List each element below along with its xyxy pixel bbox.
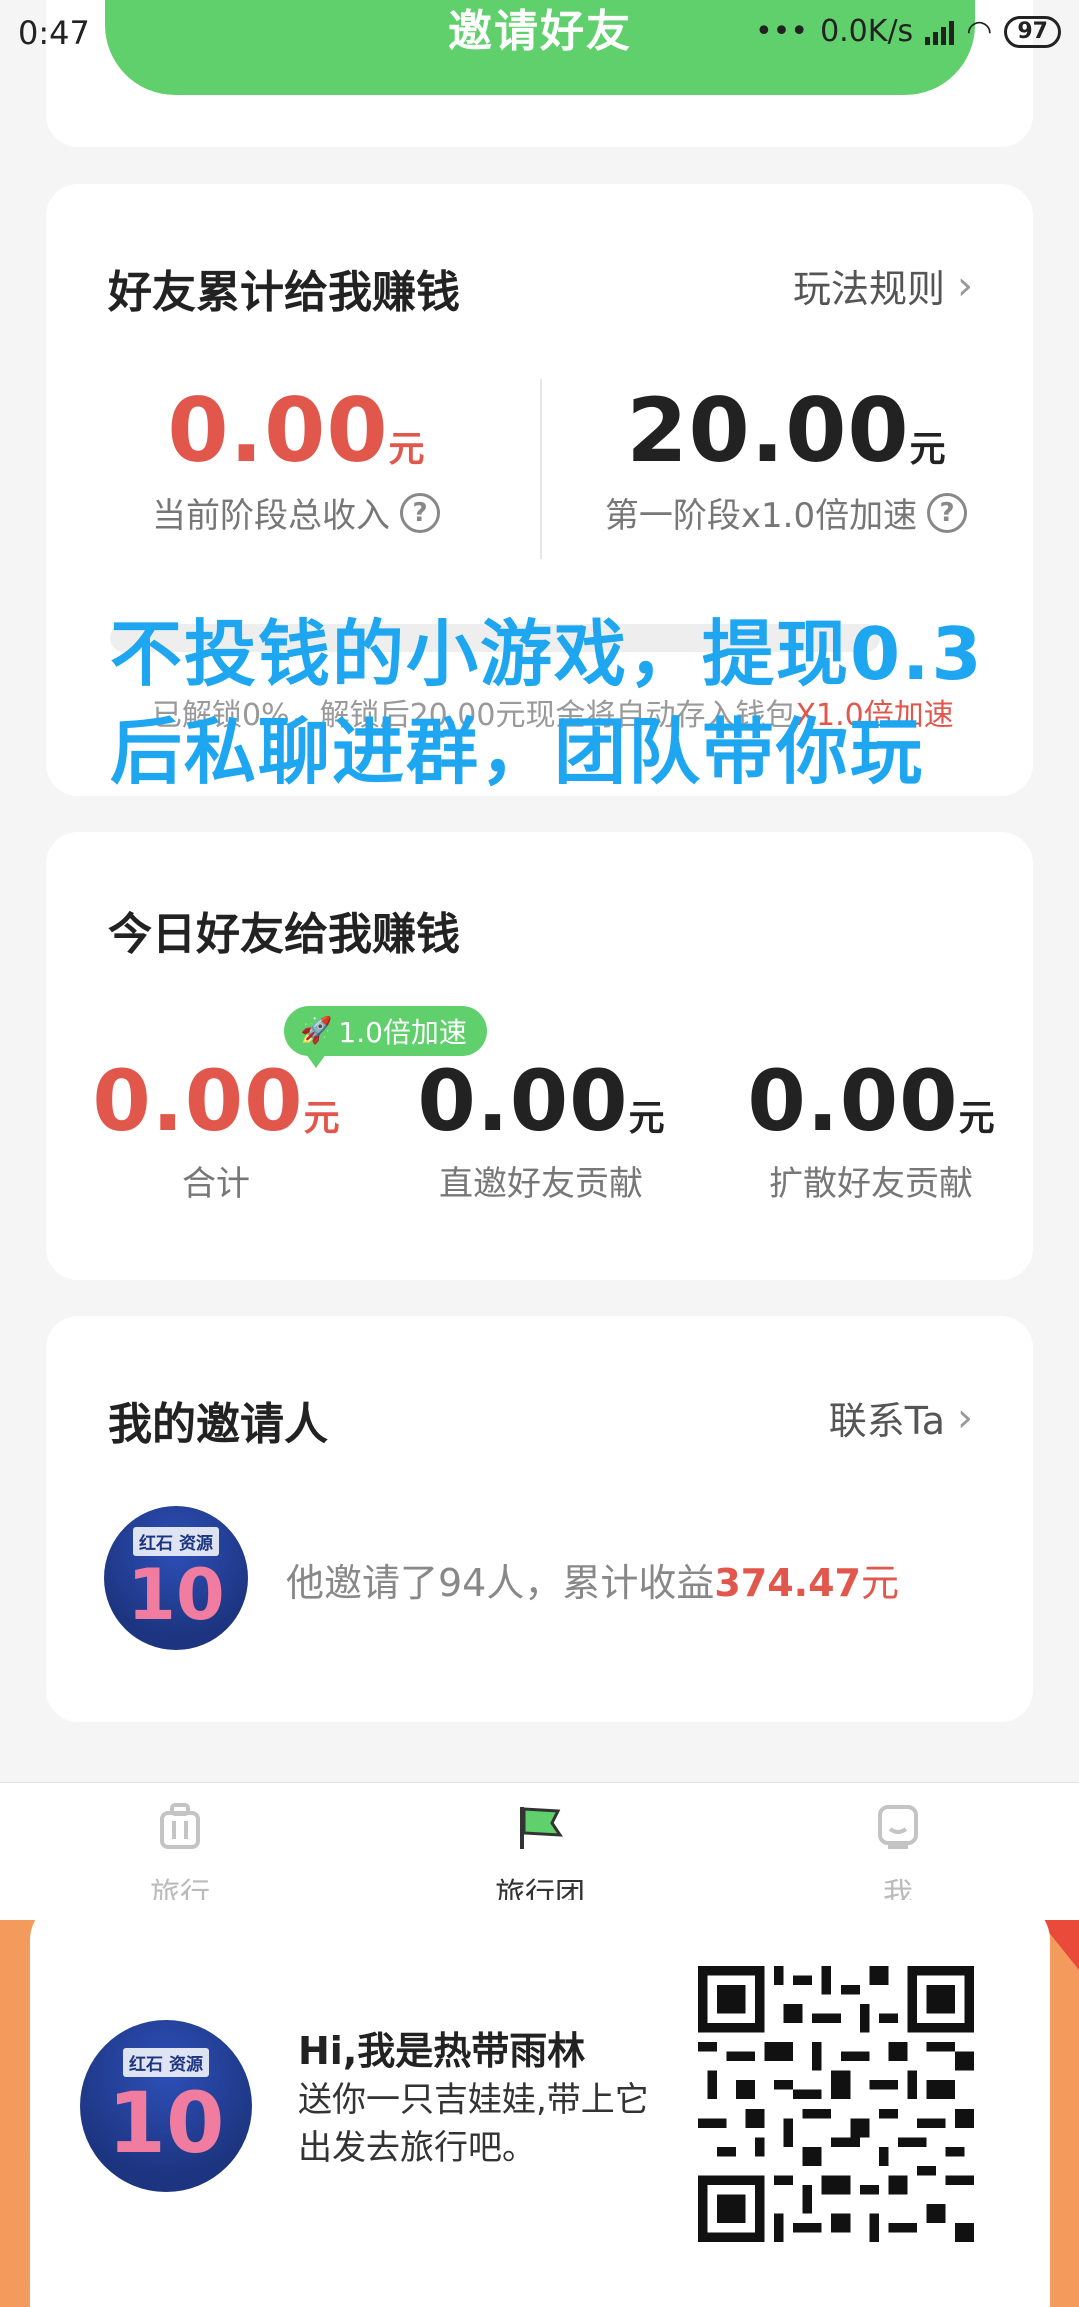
more-dots-icon: ••• bbox=[754, 14, 809, 49]
rules-link-label: 玩法规则 bbox=[792, 267, 945, 311]
spread-invite-unit: 元 bbox=[958, 1098, 995, 1139]
contact-link-label: 联系Ta bbox=[828, 1399, 945, 1443]
flag-icon bbox=[520, 1807, 563, 1849]
spread-invite-stat: 0.00元 扩散好友贡献 bbox=[711, 1052, 1031, 1205]
share-avatar: 红石 资源 10 bbox=[80, 2020, 252, 2192]
help-icon[interactable]: ? bbox=[400, 492, 440, 533]
today-total-stat: 0.00元 合计 bbox=[66, 1052, 366, 1205]
direct-invite-stat: 0.00元 直邀好友贡献 bbox=[381, 1052, 701, 1205]
card-title: 好友累计给我赚钱 bbox=[108, 267, 460, 318]
signal-icon bbox=[925, 19, 955, 45]
today-earnings-card: 今日好友给我赚钱 0.00元 合计 0.00元 直邀好友贡献 0.00元 扩散好… bbox=[46, 832, 1033, 1280]
stage-target-stat: 20.00元 第一阶段x1.0倍加速? bbox=[566, 379, 1006, 537]
speed-badge: 🚀 1.0倍加速 bbox=[284, 1006, 487, 1068]
chevron-right-icon: › bbox=[957, 262, 973, 309]
tab-travel-group[interactable]: 旅行团 bbox=[440, 1801, 640, 1913]
divider bbox=[540, 379, 542, 559]
stage-target-value: 20.00 bbox=[626, 379, 910, 482]
status-time: 0:47 bbox=[18, 14, 90, 52]
speed-badge-label: 1.0倍加速 bbox=[338, 1016, 467, 1049]
help-icon[interactable]: ? bbox=[927, 492, 968, 533]
inviter-info-unit: 元 bbox=[861, 1561, 900, 1605]
current-income-label: 当前阶段总收入 bbox=[152, 496, 390, 536]
inviter-info-amount: 374.47 bbox=[714, 1561, 861, 1605]
share-title: Hi,我是热带雨林 bbox=[298, 2029, 586, 2073]
avatar-number: 10 bbox=[127, 1553, 225, 1636]
direct-invite-unit: 元 bbox=[628, 1098, 665, 1139]
qr-code-icon bbox=[698, 1966, 974, 2242]
current-income-unit: 元 bbox=[388, 429, 425, 470]
card-title: 今日好友给我赚钱 bbox=[108, 909, 460, 960]
inviter-info-prefix: 他邀请了94人，累计收益 bbox=[286, 1561, 715, 1605]
rocket-icon: 🚀 bbox=[300, 1016, 333, 1046]
current-income-value: 0.00 bbox=[167, 379, 389, 482]
today-total-unit: 元 bbox=[303, 1098, 340, 1139]
avatar-text: 红石 资源 bbox=[123, 2047, 209, 2077]
net-speed: 0.0K/s bbox=[820, 14, 914, 49]
chevron-right-icon: › bbox=[957, 1394, 973, 1441]
luggage-icon bbox=[160, 1803, 200, 1849]
inviter-avatar[interactable]: 红石 资源 10 bbox=[104, 1506, 248, 1650]
avatar-number: 10 bbox=[107, 2073, 225, 2172]
spread-invite-label: 扩散好友贡献 bbox=[769, 1164, 973, 1204]
rules-link[interactable]: 玩法规则 › bbox=[793, 258, 973, 313]
wifi-icon: ◠ bbox=[966, 14, 993, 49]
spread-invite-value: 0.00 bbox=[747, 1052, 959, 1150]
share-subtitle: 送你一只吉娃娃,带上它出发去旅行吧。 bbox=[298, 2080, 649, 2168]
stage-target-unit: 元 bbox=[909, 429, 946, 470]
stage-target-label: 第一阶段x1.0倍加速 bbox=[604, 496, 918, 536]
avatar-text: 红石 资源 bbox=[133, 1526, 219, 1556]
today-total-label: 合计 bbox=[182, 1164, 250, 1204]
tab-travel[interactable]: 旅行 bbox=[80, 1801, 280, 1913]
direct-invite-value: 0.00 bbox=[417, 1052, 629, 1150]
contact-link[interactable]: 联系Ta › bbox=[829, 1390, 973, 1445]
inviter-info: 他邀请了94人，累计收益374.47元 bbox=[286, 1552, 899, 1607]
today-total-value: 0.00 bbox=[92, 1052, 304, 1150]
tab-me[interactable]: 我 bbox=[798, 1801, 998, 1913]
card-title: 我的邀请人 bbox=[108, 1399, 328, 1450]
status-bar-right: ••• 0.0K/s ◠ 97 bbox=[755, 14, 1061, 49]
direct-invite-label: 直邀好友贡献 bbox=[439, 1164, 643, 1204]
profile-icon bbox=[878, 1805, 918, 1849]
overlay-promo-text: 不投钱的小游戏，提现0.3后私聊进群，团队带你玩 bbox=[110, 612, 984, 794]
battery-icon: 97 bbox=[1004, 15, 1061, 48]
current-income-stat: 0.00元 当前阶段总收入? bbox=[86, 379, 506, 537]
